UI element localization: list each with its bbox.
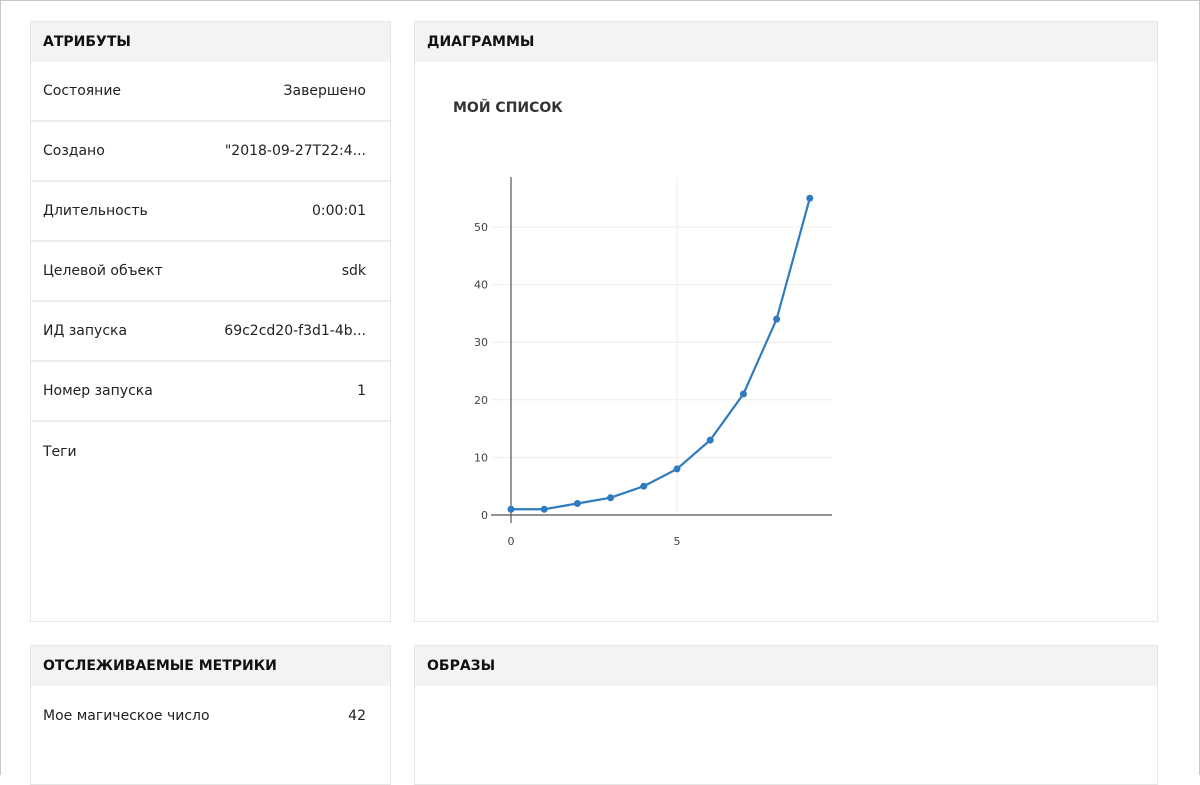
attribute-label: Номер запуска xyxy=(43,383,153,399)
data-point xyxy=(806,194,814,202)
attribute-label: Целевой объект xyxy=(43,263,163,279)
data-point xyxy=(507,505,515,513)
data-point xyxy=(773,315,781,323)
metric-label: Мое магическое число xyxy=(43,708,210,724)
metrics-header: ОТСЛЕЖИВАЕМЫЕ МЕТРИКИ xyxy=(31,646,390,686)
y-tick-label: 50 xyxy=(474,221,488,234)
attribute-row: Длительность 0:00:01 xyxy=(31,182,390,242)
images-panel: ОБРАЗЫ xyxy=(414,645,1158,785)
y-tick-label: 0 xyxy=(481,509,488,522)
attribute-label: ИД запуска xyxy=(43,323,128,339)
attributes-panel: АТРИБУТЫ Состояние Завершено Создано "2018-… xyxy=(30,21,391,622)
attribute-row: Теги xyxy=(31,422,390,482)
metric-value: 42 xyxy=(348,708,366,724)
attribute-value: "2018-09-27T22:4... xyxy=(224,143,366,159)
charts-panel: ДИАГРАММЫ мой список 0 10 20 30 40 50 0 5 xyxy=(414,21,1158,622)
series-line xyxy=(511,197,811,511)
attribute-label: Создано xyxy=(43,143,105,159)
data-point xyxy=(573,499,581,507)
data-point xyxy=(706,436,714,444)
x-tick-label: 0 xyxy=(508,535,515,548)
attribute-row: ИД запуска 69c2cd20-f3d1-4b... xyxy=(31,302,390,362)
attribute-row: Целевой объект sdk xyxy=(31,242,390,302)
data-point xyxy=(739,390,747,398)
metrics-panel: ОТСЛЕЖИВАЕМЫЕ МЕТРИКИ Мое магическое чис… xyxy=(30,645,391,785)
attribute-value: sdk xyxy=(341,263,366,279)
attribute-value: 1 xyxy=(357,383,366,399)
data-point xyxy=(540,505,548,513)
y-tick-label: 30 xyxy=(474,336,488,349)
attribute-row: Состояние Завершено xyxy=(31,62,390,122)
attribute-value: 0:00:01 xyxy=(312,203,366,219)
data-point xyxy=(640,482,648,490)
line-chart: 0 10 20 30 40 50 0 5 xyxy=(474,177,832,548)
images-header: ОБРАЗЫ xyxy=(415,646,1157,686)
data-point xyxy=(607,494,615,502)
attribute-value: 69c2cd20-f3d1-4b... xyxy=(224,323,366,339)
attribute-label: Теги xyxy=(43,444,77,460)
attribute-row: Номер запуска 1 xyxy=(31,362,390,422)
x-tick-label: 5 xyxy=(674,535,681,548)
attribute-label: Длительность xyxy=(43,203,148,219)
y-tick-label: 20 xyxy=(474,394,488,407)
y-tick-label: 40 xyxy=(474,279,488,292)
data-point xyxy=(673,465,681,473)
attribute-label: Состояние xyxy=(43,83,122,99)
attributes-header: АТРИБУТЫ xyxy=(31,22,390,62)
charts-header: ДИАГРАММЫ xyxy=(415,22,1157,62)
attribute-value: Завершено xyxy=(283,83,366,99)
metric-row: Мое магическое число 42 xyxy=(31,686,390,746)
y-tick-label: 10 xyxy=(474,451,488,464)
attribute-row: Создано "2018-09-27T22:4... xyxy=(31,122,390,182)
